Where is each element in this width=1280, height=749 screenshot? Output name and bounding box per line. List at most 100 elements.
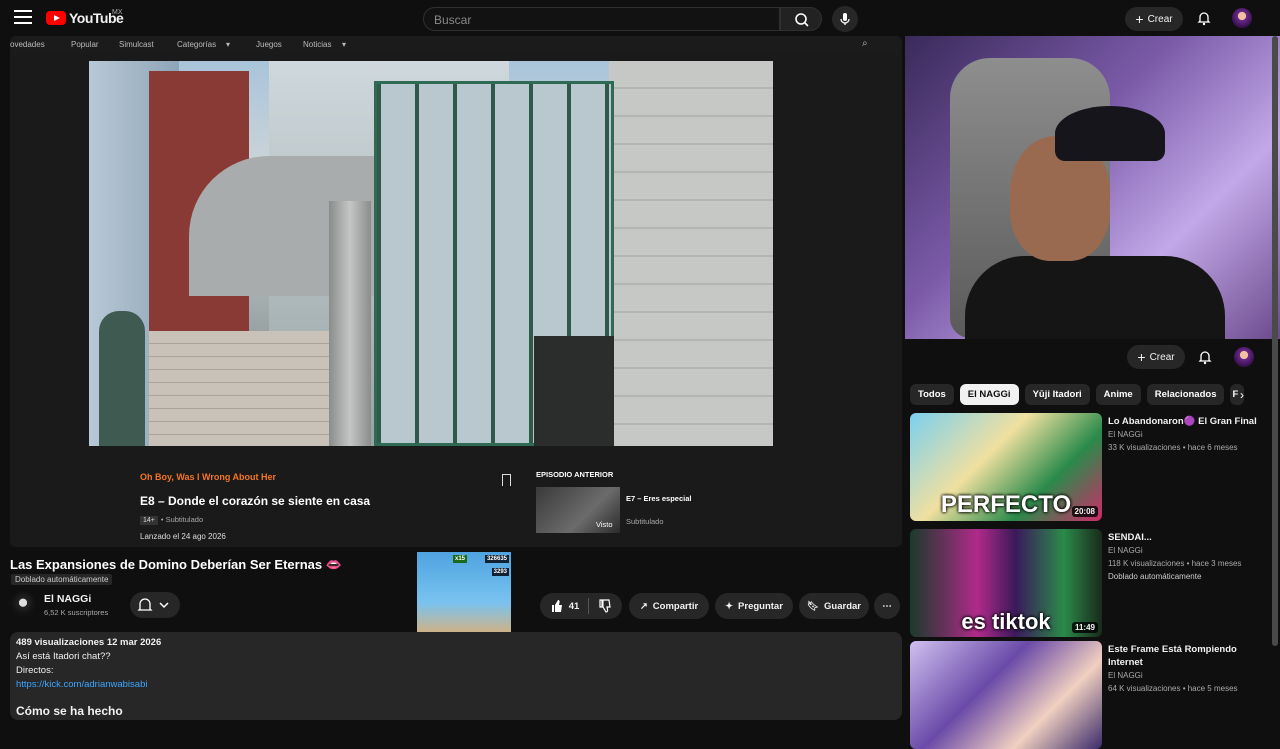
plus-icon: + <box>1135 11 1144 27</box>
chip-el-naggi[interactable]: El NAGGi <box>959 384 1019 405</box>
recommendation-channel[interactable]: El NAGGi <box>1108 546 1143 555</box>
voice-search-button[interactable] <box>832 6 858 32</box>
chevron-right-icon[interactable]: › <box>1240 388 1244 402</box>
nav-item: Categorías <box>177 40 217 49</box>
like-button[interactable]: 41 <box>550 599 580 613</box>
watched-label: Visto <box>596 520 613 529</box>
nav-item: Simulcast <box>119 40 154 49</box>
right-panel-header: + Crear <box>905 339 1280 377</box>
recommendation-meta: 64 K visualizaciones • hace 5 meses <box>1108 684 1238 693</box>
save-label: Guardar <box>824 600 862 612</box>
subtitle-info: • Subtitulado <box>160 515 204 524</box>
previous-episode-sub: Subtitulado <box>626 517 664 526</box>
region-label: MX <box>112 9 123 16</box>
release-date: Lanzado el 24 ago 2026 <box>140 532 226 541</box>
like-dislike-group: 41 <box>540 593 622 619</box>
sparkle-icon: ✦ <box>725 600 734 612</box>
like-count: 41 <box>568 600 580 612</box>
ask-button[interactable]: ✦ Preguntar <box>715 593 793 619</box>
more-actions-button[interactable]: ⋯ <box>874 593 900 619</box>
chevron-down-icon: ▾ <box>342 40 347 49</box>
description-link[interactable]: https://kick.com/adrianwabisabi <box>16 679 896 690</box>
recommendation-thumbnail[interactable]: es tiktok 11:49 <box>910 529 1102 637</box>
youtube-play-icon <box>46 11 66 25</box>
microphone-icon <box>840 13 850 25</box>
description-heading: Cómo se ha hecho <box>16 704 123 718</box>
recommendation-thumbnail[interactable]: PERFECTO 20:08 <box>910 413 1102 521</box>
bell-icon <box>1198 351 1212 365</box>
bell-icon <box>137 598 169 611</box>
youtube-logo[interactable]: YouTube MX <box>46 9 124 26</box>
chevron-down-icon: ▾ <box>226 40 231 49</box>
nav-item: ovedades <box>10 40 45 49</box>
episode-frame <box>89 61 773 446</box>
recommendation-item[interactable]: Este Frame Está Rompiendo Internet El NA… <box>910 641 1275 749</box>
channel-avatar[interactable] <box>10 591 36 617</box>
recommendation-title[interactable]: SENDAI... <box>1108 531 1268 544</box>
share-button[interactable]: ↗ Compartir <box>629 593 709 619</box>
create-label: Crear <box>1147 13 1173 25</box>
episode-title: E8 – Donde el corazón se siente en casa <box>140 494 371 508</box>
video-title: Las Expansiones de Domino Deberían Ser E… <box>10 557 342 572</box>
chip-anime[interactable]: Anime <box>1095 384 1141 405</box>
search-icon: ⌕ <box>862 38 868 49</box>
ask-label: Preguntar <box>738 600 783 612</box>
episode-info: Oh Boy, Was I Wrong About Her E8 – Donde… <box>140 472 520 541</box>
description-box[interactable]: 489 visualizaciones 12 mar 2026 Así está… <box>10 632 902 720</box>
crunchyroll-nav: ovedades Popular Simulcast Categorías ▾ … <box>10 36 902 54</box>
recommendation-item[interactable]: es tiktok 11:49 SENDAI... El NAGGi 118 K… <box>910 529 1275 637</box>
plus-icon: + <box>1137 349 1146 365</box>
create-button[interactable]: + Crear <box>1127 345 1185 369</box>
nav-item: Noticias <box>303 40 332 49</box>
chip-todos[interactable]: Todos <box>910 384 954 405</box>
previous-episode-title[interactable]: E7 – Eres especial <box>626 494 691 503</box>
create-label: Crear <box>1149 351 1175 363</box>
scrollbar[interactable] <box>1272 36 1278 646</box>
share-icon: ↗ <box>639 600 648 612</box>
series-title[interactable]: Oh Boy, Was I Wrong About Her <box>140 472 520 482</box>
account-avatar[interactable] <box>1232 8 1252 28</box>
dubbed-badge: Doblado automáticamente <box>1108 572 1202 581</box>
bell-icon <box>1197 12 1211 26</box>
recommendation-title[interactable]: Este Frame Está Rompiendo Internet <box>1108 643 1268 669</box>
game-coins: 3293 <box>491 568 509 576</box>
recommendation-channel[interactable]: El NAGGi <box>1108 671 1143 680</box>
view-stats: 489 visualizaciones 12 mar 2026 <box>16 637 162 648</box>
more-horizontal-icon: ⋯ <box>882 600 892 612</box>
video-duration: 20:08 <box>1071 506 1098 517</box>
recommendation-meta: 118 K visualizaciones • hace 3 meses <box>1108 559 1242 568</box>
search-input[interactable]: Buscar <box>423 7 780 31</box>
recommendation-thumbnail[interactable] <box>910 641 1102 749</box>
video-player[interactable]: ovedades Popular Simulcast Categorías ▾ … <box>10 36 902 547</box>
filter-chips: Todos El NAGGi Yūji Itadori Anime Relaci… <box>910 384 1245 405</box>
game-multiplier: x15 <box>452 555 467 563</box>
chip-yuji-itadori[interactable]: Yūji Itadori <box>1024 384 1090 405</box>
recommendation-item[interactable]: PERFECTO 20:08 Lo Abandonaron🟣 El Gran F… <box>910 413 1275 521</box>
account-avatar[interactable] <box>1234 347 1254 367</box>
nav-item: Juegos <box>256 40 282 49</box>
nav-item: Popular <box>71 40 99 49</box>
description-line: Directos: <box>16 665 54 676</box>
share-label: Compartir <box>652 600 699 612</box>
menu-icon[interactable] <box>14 10 32 24</box>
previous-episode-label: EPISODIO ANTERIOR <box>536 470 614 479</box>
episode-meta: 14+ • Subtitulado <box>140 515 520 525</box>
game-score: 326635 <box>484 555 509 563</box>
rating-badge: 14+ <box>140 516 158 525</box>
save-button[interactable]: 🔖︎ Guardar <box>799 593 869 619</box>
create-button[interactable]: + Crear <box>1125 7 1183 31</box>
notifications-button[interactable] <box>1196 10 1212 26</box>
thumbs-up-icon <box>551 600 562 612</box>
subscribed-button[interactable] <box>130 592 180 618</box>
recommendation-title[interactable]: Lo Abandonaron🟣 El Gran Final <box>1108 415 1268 428</box>
recommendation-channel[interactable]: El NAGGi <box>1108 430 1143 439</box>
notifications-button[interactable] <box>1197 349 1213 365</box>
bookmark-icon: 🔖︎ <box>806 600 820 612</box>
search-button[interactable] <box>780 7 822 31</box>
bookmark-icon[interactable] <box>502 474 511 486</box>
top-bar: YouTube MX Buscar + Crear <box>0 0 1280 36</box>
thumbs-down-icon[interactable] <box>598 599 612 613</box>
subscriber-count: 6,52 K suscriptores <box>44 608 109 617</box>
chip-relacionados[interactable]: Relacionados <box>1146 384 1225 405</box>
channel-name[interactable]: El NAGGi <box>44 593 91 605</box>
